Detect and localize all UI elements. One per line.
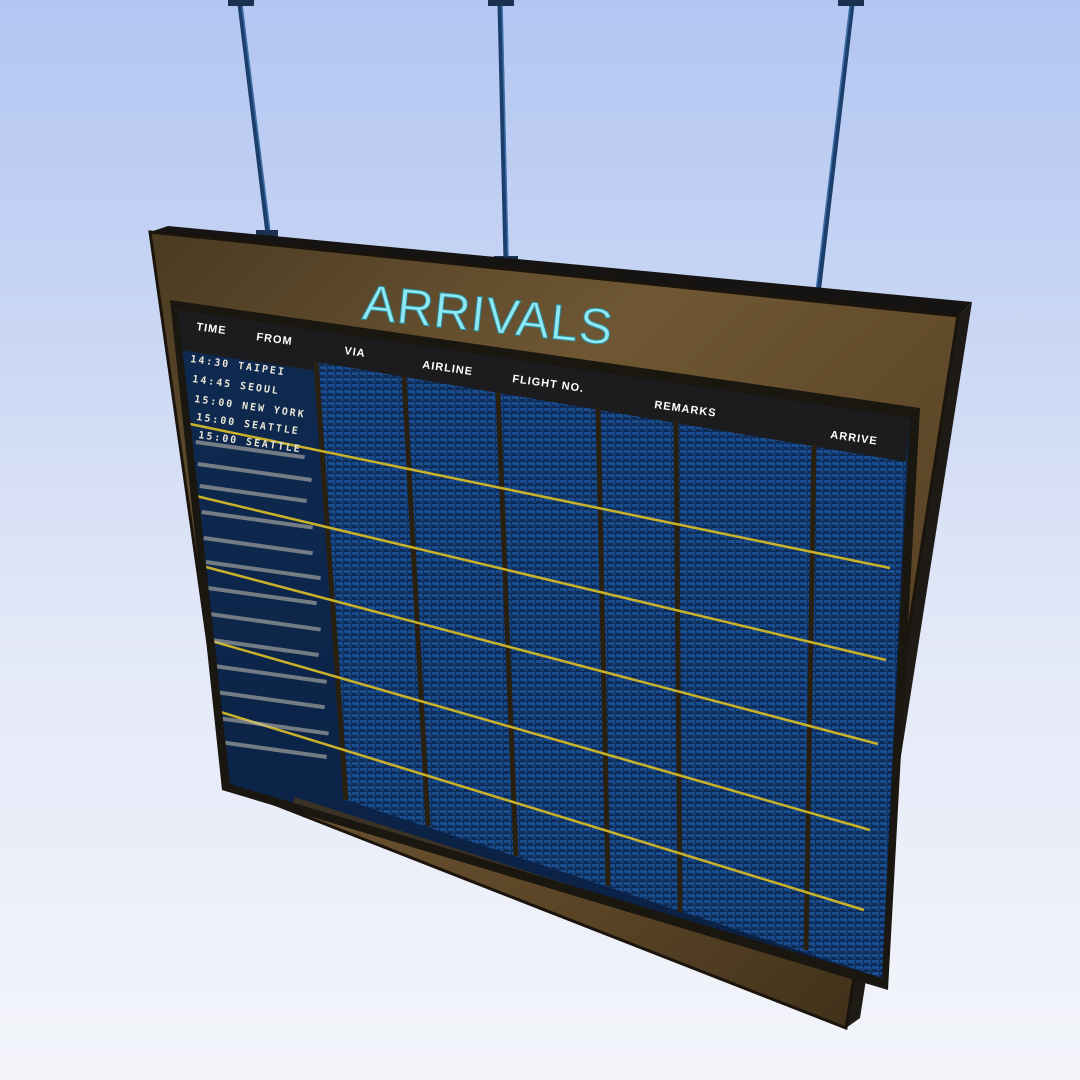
arrivals-board-scene: ARRIVALS TIME FROM VIA AIRLINE FLIGHT NO… bbox=[148, 0, 972, 1031]
